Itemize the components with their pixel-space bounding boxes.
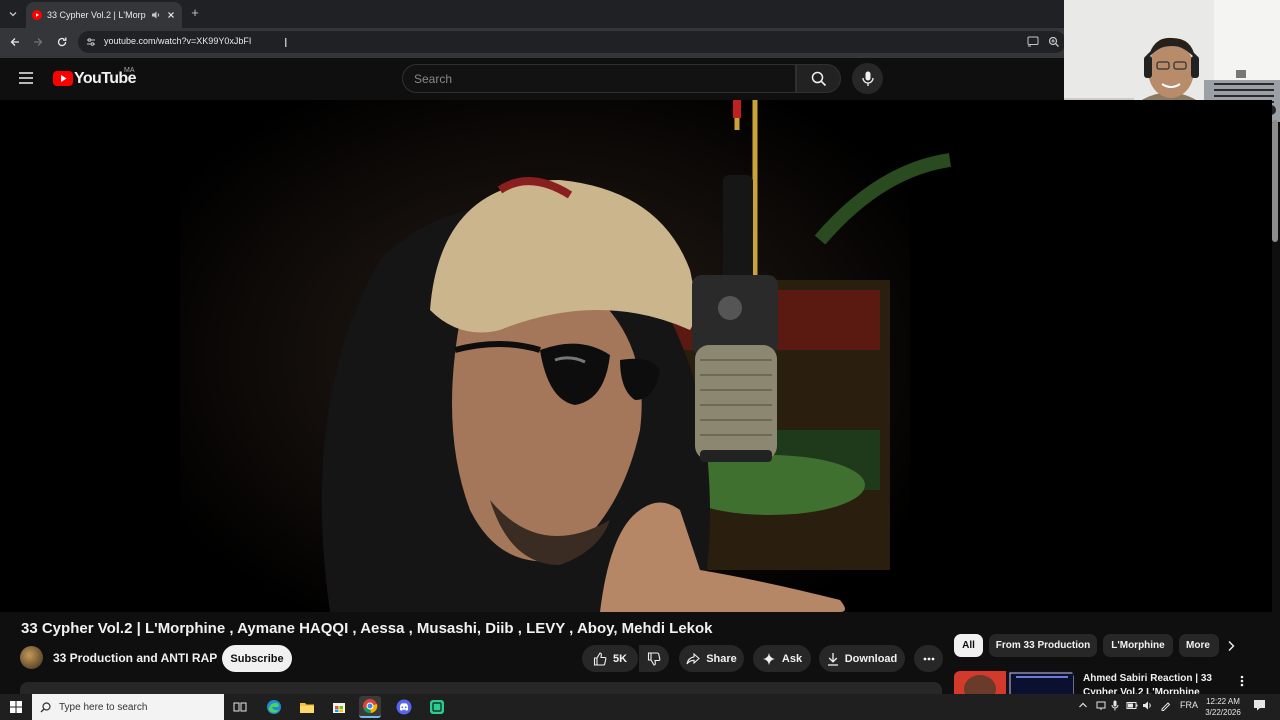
discord-button[interactable] bbox=[393, 696, 415, 718]
mic-tray-icon[interactable] bbox=[1111, 700, 1119, 711]
dislike-button[interactable] bbox=[639, 645, 669, 672]
download-label: Download bbox=[844, 652, 898, 665]
file-explorer-button[interactable] bbox=[296, 696, 318, 718]
more-actions-button[interactable] bbox=[914, 645, 943, 672]
hamburger-menu-button[interactable] bbox=[19, 72, 33, 84]
download-button[interactable]: Download bbox=[819, 645, 905, 672]
chip-from-channel[interactable]: From 33 Production bbox=[989, 634, 1097, 657]
youtube-favicon-icon bbox=[32, 10, 42, 20]
clock[interactable]: 12:22 AM 3/22/2026 bbox=[1200, 696, 1246, 718]
forward-arrow-icon bbox=[34, 38, 43, 46]
like-count: 5K bbox=[612, 652, 628, 665]
dislike-icon bbox=[647, 651, 661, 666]
chrome-button[interactable] bbox=[359, 696, 381, 718]
file-explorer-icon bbox=[300, 703, 314, 713]
pen-icon[interactable] bbox=[1160, 700, 1171, 711]
discord-icon bbox=[396, 699, 412, 715]
new-tab-button[interactable]: + bbox=[188, 6, 202, 20]
back-arrow-icon bbox=[10, 38, 19, 46]
chevron-down-icon bbox=[9, 12, 17, 17]
back-button[interactable] bbox=[7, 34, 23, 50]
task-view-button[interactable] bbox=[229, 696, 251, 718]
chevron-right-icon bbox=[1228, 641, 1235, 651]
ask-label: Ask bbox=[781, 652, 803, 665]
cast-icon[interactable] bbox=[1027, 36, 1039, 47]
page-scrollbar[interactable] bbox=[1272, 120, 1278, 242]
chrome-icon bbox=[363, 699, 378, 714]
start-button[interactable] bbox=[0, 694, 32, 720]
recommended-thumbnail[interactable] bbox=[954, 671, 1074, 695]
ask-button[interactable]: Ask bbox=[753, 645, 811, 672]
search-button[interactable] bbox=[796, 64, 841, 93]
video-title: 33 Cypher Vol.2 | L'Morphine , Aymane HA… bbox=[21, 620, 713, 637]
video-player[interactable] bbox=[0, 100, 1272, 612]
subscribe-button[interactable]: Subscribe bbox=[222, 645, 292, 672]
store-icon bbox=[333, 703, 345, 713]
voice-search-button[interactable] bbox=[852, 63, 883, 94]
browser-tab[interactable]: 33 Cypher Vol.2 | L'Morphine bbox=[26, 2, 182, 28]
more-icon bbox=[923, 657, 934, 660]
tab-search-button[interactable] bbox=[4, 6, 22, 22]
close-tab-icon[interactable] bbox=[166, 10, 176, 20]
notifications-icon[interactable] bbox=[1253, 699, 1266, 711]
app-button[interactable] bbox=[426, 696, 448, 718]
language-indicator[interactable]: FRA bbox=[1180, 700, 1198, 710]
search-box[interactable] bbox=[402, 64, 796, 93]
recommended-title[interactable]: Ahmed Sabiri Reaction | 33 Cypher Vol.2 … bbox=[1083, 672, 1223, 694]
clock-time: 12:22 AM bbox=[1206, 697, 1240, 706]
clock-date: 3/22/2026 bbox=[1205, 708, 1241, 717]
channel-avatar[interactable] bbox=[20, 646, 43, 669]
description-box[interactable] bbox=[20, 682, 942, 694]
hamburger-icon bbox=[19, 72, 33, 84]
search-icon bbox=[811, 71, 826, 86]
url-text[interactable]: youtube.com/watch?v=XK99Y0xJbFI bbox=[104, 36, 251, 46]
mic-icon bbox=[861, 71, 874, 86]
windows-icon bbox=[10, 701, 22, 713]
reload-button[interactable] bbox=[54, 34, 70, 50]
thumbnail-image bbox=[954, 671, 1074, 695]
taskbar-search[interactable]: Type here to search bbox=[32, 694, 224, 720]
video-frame bbox=[180, 100, 952, 612]
chip-all[interactable]: All bbox=[954, 634, 983, 657]
tab-title: 33 Cypher Vol.2 | L'Morphine bbox=[47, 10, 146, 20]
task-view-icon bbox=[233, 702, 247, 712]
share-button[interactable]: Share bbox=[679, 645, 744, 672]
zoom-icon[interactable] bbox=[1048, 36, 1060, 48]
channel-name[interactable]: 33 Production and ANTI RAP bbox=[53, 651, 217, 665]
youtube-logo-icon[interactable] bbox=[53, 71, 73, 86]
chip-lmorphine[interactable]: L'Morphine bbox=[1103, 634, 1173, 657]
reload-icon bbox=[57, 37, 67, 47]
country-code: MA bbox=[124, 67, 135, 74]
site-info-icon[interactable] bbox=[86, 37, 96, 47]
network-icon[interactable] bbox=[1096, 700, 1106, 711]
chip-more[interactable]: More bbox=[1179, 634, 1219, 657]
battery-icon[interactable] bbox=[1126, 700, 1138, 711]
speaker-icon[interactable] bbox=[151, 10, 161, 20]
download-icon bbox=[827, 652, 838, 666]
chips-next-button[interactable] bbox=[1222, 636, 1240, 656]
recommended-more-button[interactable] bbox=[1236, 672, 1248, 690]
sparkle-icon bbox=[762, 652, 775, 665]
search-input[interactable] bbox=[414, 71, 795, 86]
text-cursor-icon: I bbox=[284, 36, 288, 50]
forward-button[interactable] bbox=[30, 34, 46, 50]
vertical-more-icon bbox=[1240, 675, 1244, 687]
like-icon bbox=[593, 651, 607, 666]
app-icon bbox=[430, 700, 444, 714]
share-icon bbox=[686, 652, 701, 664]
volume-icon[interactable] bbox=[1142, 700, 1153, 711]
tray-overflow-icon[interactable] bbox=[1078, 701, 1088, 709]
share-label: Share bbox=[706, 652, 737, 665]
search-icon bbox=[40, 701, 51, 712]
store-button[interactable] bbox=[328, 696, 350, 718]
edge-icon bbox=[267, 700, 281, 714]
like-button[interactable]: 5K bbox=[582, 645, 638, 672]
edge-button[interactable] bbox=[263, 696, 285, 718]
taskbar-search-placeholder: Type here to search bbox=[59, 701, 148, 713]
